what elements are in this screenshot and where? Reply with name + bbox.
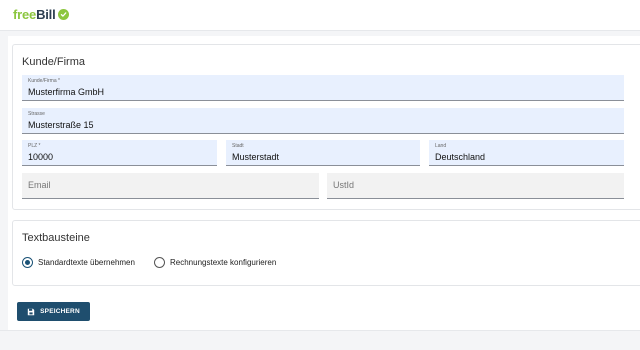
vat-id-field[interactable]: UstId	[327, 173, 624, 199]
country-field-value: Deutschland	[435, 152, 486, 162]
vat-id-field-placeholder: UstId	[333, 180, 355, 190]
save-button-label: SPEICHERN	[40, 308, 80, 315]
company-field[interactable]: Kunde/Firma * Musterfirma GmbH	[22, 75, 624, 101]
zip-field[interactable]: PLZ * 10000	[22, 140, 217, 166]
street-field-value: Musterstraße 15	[28, 120, 94, 130]
textblocks-section-title: Textbausteine	[22, 232, 90, 244]
company-field-value: Musterfirma GmbH	[28, 87, 105, 97]
city-field[interactable]: Stadt Musterstadt	[226, 140, 420, 166]
street-field-label: Strasse	[28, 111, 45, 117]
floppy-disk-icon	[27, 308, 35, 316]
save-button[interactable]: SPEICHERN	[17, 302, 90, 321]
footer-divider	[0, 330, 640, 331]
radio-unchecked-icon[interactable]	[154, 257, 165, 268]
textblocks-card	[12, 220, 640, 286]
freebill-logo[interactable]: freeBill	[13, 6, 69, 22]
check-icon	[57, 8, 69, 20]
zip-field-value: 10000	[28, 152, 54, 162]
radio-standard-texts-label: Standardtexte übernehmen	[38, 258, 135, 267]
radio-standard-texts[interactable]: Standardtexte übernehmen	[22, 257, 135, 268]
radio-configure-texts[interactable]: Rechnungstexte konfigurieren	[154, 257, 276, 268]
logo-bill-text: Bill	[36, 6, 56, 22]
logo-free-text: free	[13, 6, 37, 22]
radio-configure-texts-label: Rechnungstexte konfigurieren	[170, 258, 277, 267]
email-field[interactable]: Email	[22, 173, 319, 199]
city-field-value: Musterstadt	[232, 152, 280, 162]
country-field[interactable]: Land Deutschland	[429, 140, 624, 166]
header-divider	[0, 30, 640, 31]
street-field[interactable]: Strasse Musterstraße 15	[22, 108, 624, 134]
zip-field-label: PLZ *	[28, 143, 41, 149]
top-bar: freeBill	[0, 0, 640, 30]
email-field-placeholder: Email	[28, 180, 51, 190]
country-field-label: Land	[435, 143, 447, 149]
company-field-label: Kunde/Firma *	[28, 78, 60, 84]
radio-checked-icon[interactable]	[22, 257, 33, 268]
city-field-label: Stadt	[232, 143, 244, 149]
customer-section-title: Kunde/Firma	[22, 56, 85, 68]
